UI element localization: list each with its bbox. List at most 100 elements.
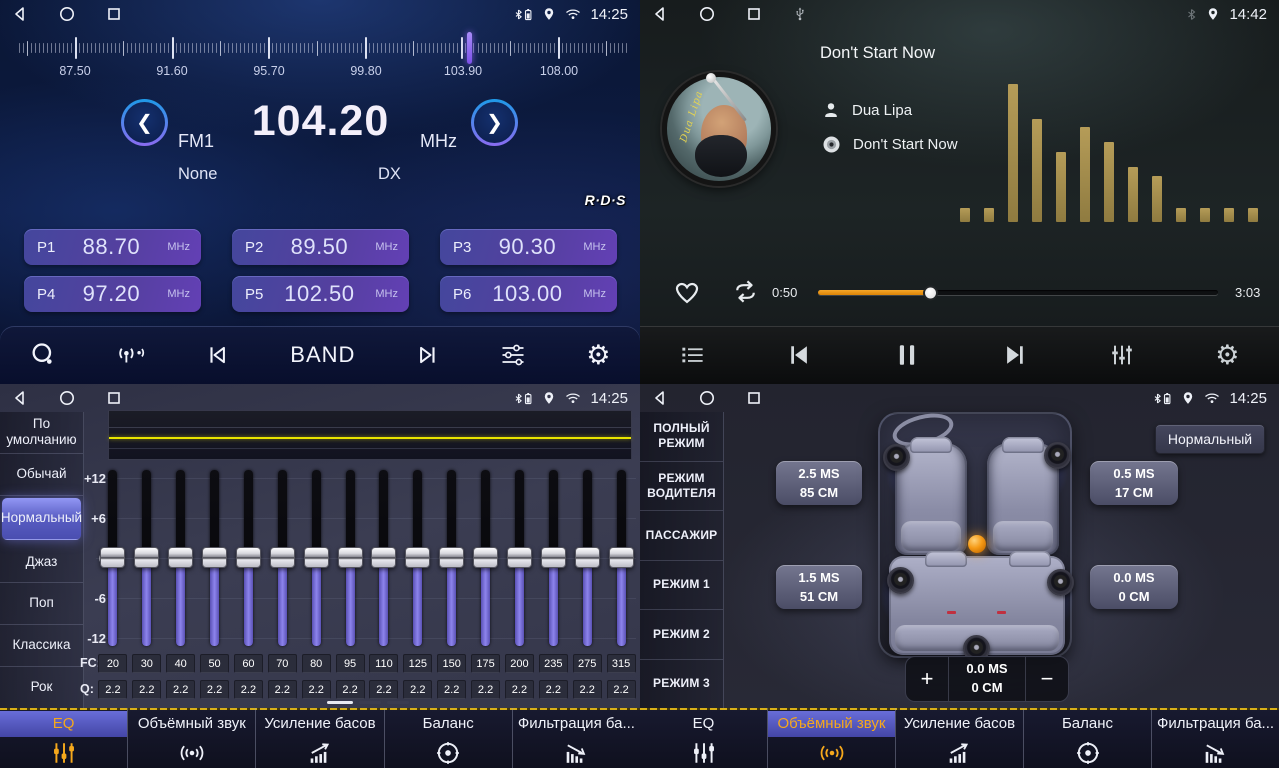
fc-value[interactable]: 275 [573, 654, 602, 673]
playlist-icon[interactable] [679, 343, 706, 367]
q-value[interactable]: 2.2 [132, 680, 161, 699]
eq-band-slider[interactable] [312, 470, 321, 646]
eq-preset-pop[interactable]: Поп [0, 583, 83, 625]
preset-p6[interactable]: P6103.00MHz [440, 276, 617, 312]
pause-icon[interactable] [894, 342, 920, 368]
eq-preset-jazz[interactable]: Джаз [0, 542, 83, 584]
tab-filter[interactable]: Фильтрация ба... [512, 708, 640, 768]
eq-band-slider[interactable] [617, 470, 626, 646]
mode-driver[interactable]: РЕЖИМ ВОДИТЕЛЯ [640, 462, 723, 512]
q-value[interactable]: 2.2 [166, 680, 195, 699]
eq-band-handle[interactable] [134, 547, 159, 568]
eq-band-slider[interactable] [515, 470, 524, 646]
fc-value[interactable]: 315 [607, 654, 636, 673]
tab-balance[interactable]: Баланс [1023, 708, 1151, 768]
next-track-icon[interactable] [999, 342, 1029, 368]
listening-position-marker[interactable] [968, 535, 986, 553]
delay-rear-right-button[interactable]: 0.0 MS0 CM [1090, 565, 1178, 609]
eq-band-handle[interactable] [439, 547, 464, 568]
q-value[interactable]: 2.2 [437, 680, 466, 699]
recents-icon[interactable] [746, 6, 762, 22]
home-icon[interactable] [699, 6, 715, 22]
preset-p4[interactable]: P497.20MHz [24, 276, 201, 312]
tab-bass-boost[interactable]: Усиление басов [255, 708, 383, 768]
fc-value[interactable]: 70 [268, 654, 297, 673]
q-value[interactable]: 2.2 [539, 680, 568, 699]
fc-value[interactable]: 30 [132, 654, 161, 673]
q-value[interactable]: 2.2 [200, 680, 229, 699]
back-icon[interactable] [12, 390, 28, 406]
settings-icon[interactable]: ⚙ [1215, 342, 1239, 369]
fc-value[interactable]: 95 [336, 654, 365, 673]
sf-preset-button[interactable]: Нормальный [1155, 424, 1265, 454]
mode-passenger[interactable]: ПАССАЖИР [640, 511, 723, 561]
tune-up-button[interactable]: ❯ [471, 99, 518, 146]
favorite-icon[interactable] [672, 278, 702, 305]
back-icon[interactable] [652, 6, 668, 22]
eq-preset-custom[interactable]: Обычай [0, 454, 83, 496]
increase-delay-button[interactable]: + [906, 657, 948, 701]
scan-icon[interactable] [29, 341, 57, 369]
preset-p3[interactable]: P390.30MHz [440, 229, 617, 265]
tab-eq[interactable]: EQ [640, 708, 767, 768]
settings-icon[interactable]: ⚙ [586, 342, 610, 369]
tab-bass-boost[interactable]: Усиление басов [895, 708, 1023, 768]
mode-2[interactable]: РЕЖИМ 2 [640, 610, 723, 660]
q-value[interactable]: 2.2 [573, 680, 602, 699]
home-icon[interactable] [59, 6, 75, 22]
eq-band-handle[interactable] [168, 547, 193, 568]
q-value[interactable]: 2.2 [268, 680, 297, 699]
eq-band-handle[interactable] [202, 547, 227, 568]
previous-track-icon[interactable] [785, 342, 815, 368]
eq-band-handle[interactable] [338, 547, 363, 568]
tab-surround[interactable]: Объёмный звук [767, 708, 895, 768]
eq-band-handle[interactable] [304, 547, 329, 568]
radio-dial[interactable] [0, 33, 640, 63]
fc-value[interactable]: 125 [403, 654, 432, 673]
eq-band-handle[interactable] [473, 547, 498, 568]
fc-value[interactable]: 80 [302, 654, 331, 673]
preset-p2[interactable]: P289.50MHz [232, 229, 409, 265]
eq-band-slider[interactable] [583, 470, 592, 646]
q-value[interactable]: 2.2 [505, 680, 534, 699]
tab-filter[interactable]: Фильтрация ба... [1151, 708, 1279, 768]
eq-band-handle[interactable] [575, 547, 600, 568]
eq-band-handle[interactable] [236, 547, 261, 568]
eq-band-slider[interactable] [549, 470, 558, 646]
q-value[interactable]: 2.2 [336, 680, 365, 699]
mode-3[interactable]: РЕЖИМ 3 [640, 660, 723, 709]
q-value[interactable]: 2.2 [302, 680, 331, 699]
eq-band-handle[interactable] [609, 547, 634, 568]
eq-band-slider[interactable] [278, 470, 287, 646]
eq-band-slider[interactable] [176, 470, 185, 646]
eq-band-handle[interactable] [270, 547, 295, 568]
broadcast-icon[interactable] [116, 342, 146, 368]
fc-value[interactable]: 175 [471, 654, 500, 673]
recents-icon[interactable] [746, 390, 762, 406]
delay-front-left-button[interactable]: 2.5 MS85 CM [776, 461, 862, 505]
home-icon[interactable] [699, 390, 715, 406]
eq-band-slider[interactable] [413, 470, 422, 646]
recents-icon[interactable] [106, 390, 122, 406]
fc-value[interactable]: 200 [505, 654, 534, 673]
fc-value[interactable]: 20 [98, 654, 127, 673]
mode-full[interactable]: ПОЛНЫЙ РЕЖИМ [640, 412, 723, 462]
tab-balance[interactable]: Баланс [384, 708, 512, 768]
eq-band-handle[interactable] [541, 547, 566, 568]
eq-preset-default[interactable]: По умолчанию [0, 412, 83, 454]
eq-band-slider[interactable] [481, 470, 490, 646]
equalizer-icon[interactable] [499, 342, 527, 368]
band-button[interactable]: BAND [290, 342, 355, 368]
decrease-delay-button[interactable]: − [1026, 657, 1068, 701]
eq-band-handle[interactable] [405, 547, 430, 568]
fc-value[interactable]: 150 [437, 654, 466, 673]
tab-eq[interactable]: EQ [0, 708, 127, 768]
prev-station-icon[interactable] [205, 343, 231, 367]
mode-1[interactable]: РЕЖИМ 1 [640, 561, 723, 611]
eq-band-handle[interactable] [371, 547, 396, 568]
delay-rear-left-button[interactable]: 1.5 MS51 CM [776, 565, 862, 609]
eq-band-slider[interactable] [244, 470, 253, 646]
tune-down-button[interactable]: ❮ [121, 99, 168, 146]
eq-band-slider[interactable] [379, 470, 388, 646]
q-value[interactable]: 2.2 [607, 680, 636, 699]
